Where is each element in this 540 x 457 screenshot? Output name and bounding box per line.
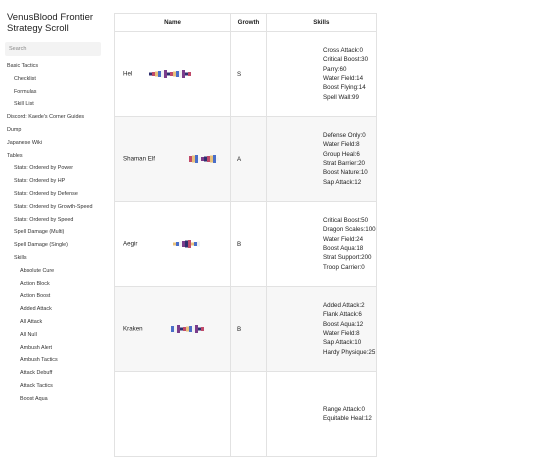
- unit-sprite-image: [189, 155, 219, 163]
- unit-name: Shaman Elf: [123, 155, 155, 163]
- skill-entry: Troop Carrier:0: [323, 263, 365, 271]
- nav-item[interactable]: Absolute Cure: [0, 265, 100, 278]
- header-growth[interactable]: Growth: [230, 13, 267, 32]
- skill-entry: Flank Attack:6: [323, 311, 362, 319]
- skill-entry: Cross Attack:0: [323, 46, 363, 54]
- table-row: Aegir B Critical Boost:50 Dragon Scales:100…: [114, 201, 377, 287]
- skills-cell: Range Attack:0 Equitable Heal:12: [266, 371, 377, 457]
- nav-item[interactable]: Stats: Ordered by Growth-Speed: [0, 201, 100, 214]
- unit-name-cell: Kraken: [114, 286, 231, 372]
- skill-entry: Water Field:8: [323, 330, 360, 337]
- nav-item[interactable]: Ambush Alert: [0, 342, 100, 355]
- unit-sprite-image: [171, 325, 204, 333]
- growth-value: B: [230, 201, 267, 287]
- header-skills[interactable]: Skills: [266, 13, 377, 32]
- nav-item[interactable]: Stats: Ordered by HP: [0, 175, 100, 188]
- nav-item[interactable]: Basic Tactics: [0, 60, 101, 73]
- unit-table: Name Growth Skills Hel S Cross Attack:0 Cri…: [114, 13, 377, 457]
- skill-entry: Water Field:24: [323, 235, 364, 243]
- skill-entry: Strat Support:200: [323, 254, 372, 262]
- unit-name-cell: [114, 371, 231, 457]
- nav-item[interactable]: Spell Damage (Multi): [0, 226, 100, 239]
- unit-name: Aegir: [123, 240, 138, 248]
- skill-entry: Range Attack:0: [323, 405, 365, 413]
- skills-cell: Defense Only:0 Water Field:8 Group Heal:6 S…: [266, 116, 377, 202]
- nav-item[interactable]: Attack Tactics: [0, 380, 100, 393]
- table-body: Hel S Cross Attack:0 Critical Boost:30 Parry…: [114, 31, 377, 457]
- skill-entry: Boost Nature:10: [323, 169, 368, 177]
- skills-cell: Cross Attack:0 Critical Boost:30 Parry:60 W…: [266, 31, 377, 117]
- table-header-row: Name Growth Skills: [114, 13, 377, 32]
- skill-entry: Sap Attack:10: [323, 339, 362, 347]
- skill-entry: Equitable Heal:12: [323, 415, 372, 422]
- unit-sprite-image: [149, 70, 191, 78]
- skills-cell: Added Attack:2 Flank Attack:6 Boost Aqua:1…: [266, 286, 377, 372]
- skill-entry: Group Heal:6: [323, 150, 360, 158]
- skill-entry: Critical Boost:50: [323, 216, 369, 224]
- nav-item[interactable]: Japanese Wiki: [0, 137, 101, 150]
- nav-item[interactable]: Attack Debuff: [0, 367, 100, 380]
- table-row: Hel S Cross Attack:0 Critical Boost:30 Parry…: [114, 31, 377, 117]
- skills-cell: Critical Boost:50 Dragon Scales:100 Water …: [266, 201, 377, 287]
- search-input[interactable]: [5, 42, 101, 56]
- nav-item[interactable]: Discord: Kaede's Corner Guides: [0, 111, 101, 124]
- skill-entry: Added Attack:2: [323, 301, 365, 309]
- unit-name: Hel: [123, 70, 133, 78]
- growth-value: A: [230, 116, 267, 202]
- unit-sprite-image: [173, 240, 200, 248]
- nav-item[interactable]: Ambush Tactics: [0, 354, 100, 367]
- unit-name-cell: Aegir: [114, 201, 231, 287]
- nav-item[interactable]: Stats: Ordered by Speed: [0, 214, 100, 227]
- skill-entry: Water Field:8: [323, 141, 360, 149]
- skill-entry: Spell Wall:99: [323, 93, 359, 101]
- growth-value: [230, 371, 267, 457]
- skill-entry: Boost Flying:14: [323, 84, 366, 92]
- nav-item[interactable]: Formulas: [0, 86, 100, 99]
- nav-item[interactable]: Tables: [0, 150, 101, 163]
- table-row: Range Attack:0 Equitable Heal:12: [114, 371, 377, 457]
- nav-item[interactable]: Skill List: [0, 98, 100, 111]
- skill-entry: Boost Aqua:18: [323, 245, 364, 252]
- skill-entry: Defense Only:0: [323, 131, 366, 139]
- nav-item[interactable]: All Attack: [0, 316, 100, 329]
- nav-item[interactable]: Added Attack: [0, 303, 100, 316]
- sidebar-nav: VenusBlood Frontier Strategy Scroll Basi…: [0, 0, 110, 405]
- skill-entry: Parry:60: [323, 65, 347, 73]
- skill-entry: Hardy Physique:25: [323, 348, 376, 356]
- table-row: Kraken B Added Attack:2 Flank Attack:6 Boost…: [114, 286, 377, 372]
- skill-entry: Water Field:14: [323, 75, 364, 82]
- nav-item[interactable]: All Null: [0, 329, 100, 342]
- unit-table-container: Name Growth Skills Hel S Cross Attack:0 Cri…: [114, 13, 377, 457]
- table-row: Shaman Elf A Defense Only:0 Water Field:8 Gr…: [114, 116, 377, 202]
- header-name[interactable]: Name: [114, 13, 231, 32]
- nav-item[interactable]: Skills: [0, 252, 100, 265]
- skill-entry: Critical Boost:30: [323, 56, 369, 64]
- nav-item[interactable]: Checklist: [0, 73, 100, 86]
- nav-item[interactable]: Action Boost: [0, 290, 100, 303]
- nav-item[interactable]: Boost Aqua: [0, 393, 100, 405]
- growth-value: S: [230, 31, 267, 117]
- unit-name: Kraken: [123, 325, 143, 333]
- skill-entry: Boost Aqua:12: [323, 320, 364, 328]
- unit-name-cell: Shaman Elf: [114, 116, 231, 202]
- growth-value: B: [230, 286, 267, 372]
- skill-entry: Strat Barrier:20: [323, 160, 365, 167]
- nav-list: Basic Tactics Checklist Formulas Skill List…: [0, 60, 110, 405]
- nav-item[interactable]: Stats: Ordered by Defense: [0, 188, 100, 201]
- nav-item[interactable]: Spell Damage (Single): [0, 239, 100, 252]
- site-title[interactable]: VenusBlood Frontier Strategy Scroll: [7, 12, 107, 34]
- skill-entry: Dragon Scales:100: [323, 226, 376, 234]
- unit-name-cell: Hel: [114, 31, 231, 117]
- nav-item[interactable]: Stats: Ordered by Power: [0, 162, 100, 175]
- nav-item[interactable]: Action Block: [0, 278, 100, 291]
- skill-entry: Sap Attack:12: [323, 178, 362, 186]
- nav-item[interactable]: Dump: [0, 124, 101, 137]
